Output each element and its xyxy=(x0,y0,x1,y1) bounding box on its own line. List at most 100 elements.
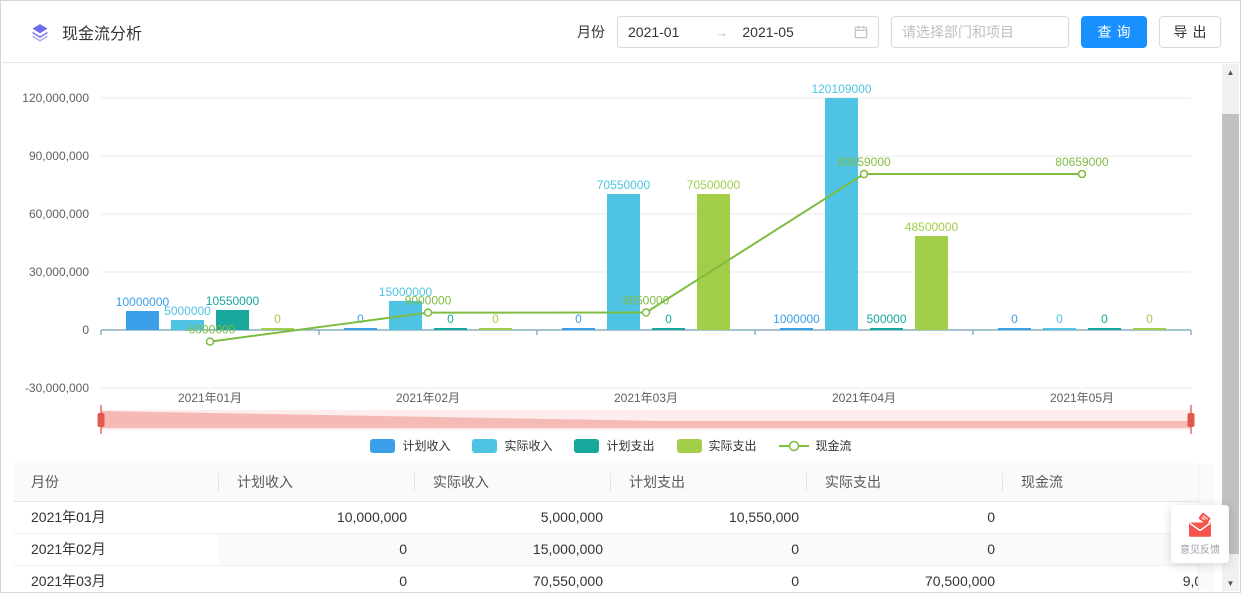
chart-legend: 计划收入 实际收入 计划支出 实际支出 现金流 xyxy=(1,437,1221,454)
line-point[interactable] xyxy=(643,309,650,316)
svg-text:2021年04月: 2021年04月 xyxy=(832,391,896,405)
bar-实际收入[interactable] xyxy=(825,98,858,330)
date-range-arrow: → xyxy=(715,25,728,40)
value-cell: -6,000,000 xyxy=(1003,501,1198,533)
cashflow-chart[interactable]: 120,000,000 90,000,000 60,000,000 30,000,00… xyxy=(11,64,1196,436)
datazoom-handle[interactable] xyxy=(1188,413,1195,427)
date-end-value[interactable]: 2021-05 xyxy=(742,24,846,40)
value-cell: 0 xyxy=(807,501,1003,533)
bar-实际支出[interactable] xyxy=(1133,328,1166,330)
svg-text:48500000: 48500000 xyxy=(905,220,959,234)
legend-label: 现金流 xyxy=(816,437,852,454)
legend-label: 实际支出 xyxy=(709,437,757,454)
month-cell: 2021年03月 xyxy=(13,565,219,593)
legend-label: 实际收入 xyxy=(504,437,552,454)
calendar-icon xyxy=(854,25,868,39)
svg-text:120,000,000: 120,000,000 xyxy=(22,91,89,105)
query-button[interactable]: 查询 xyxy=(1081,16,1147,48)
bar-计划收入[interactable] xyxy=(126,311,159,330)
column-header-实际支出: 实际支出 xyxy=(807,463,1003,501)
svg-text:0: 0 xyxy=(447,312,454,326)
legend-swatch-icon xyxy=(677,439,702,453)
legend-label: 计划支出 xyxy=(606,437,654,454)
svg-text:2021年05月: 2021年05月 xyxy=(1050,391,1114,405)
svg-text:-30,000,000: -30,000,000 xyxy=(25,381,89,395)
svg-text:60,000,000: 60,000,000 xyxy=(29,207,89,221)
value-cell: 9,000,000 xyxy=(1003,533,1198,565)
line-point[interactable] xyxy=(425,309,432,316)
svg-text:0: 0 xyxy=(1011,312,1018,326)
bar-计划收入[interactable] xyxy=(562,328,595,330)
value-cell: 0 xyxy=(807,533,1003,565)
legend-item-现金流[interactable]: 现金流 xyxy=(779,437,852,454)
scrollbar-thumb[interactable] xyxy=(1222,114,1239,554)
value-cell: 15,000,000 xyxy=(415,533,611,565)
svg-text:-6000000: -6000000 xyxy=(185,323,236,337)
month-label: 月份 xyxy=(577,22,605,42)
bar-计划支出[interactable] xyxy=(1088,328,1121,330)
line-point[interactable] xyxy=(207,338,214,345)
table-row: 2021年01月10,000,0005,000,00010,550,0000-6… xyxy=(13,501,1198,533)
legend-item-实际收入[interactable]: 实际收入 xyxy=(472,437,552,454)
value-cell: 0 xyxy=(611,565,807,593)
date-range-picker[interactable]: 2021-01 → 2021-05 xyxy=(617,16,879,48)
value-cell: 10,550,000 xyxy=(611,501,807,533)
svg-text:9050000: 9050000 xyxy=(623,294,670,308)
bar-计划收入[interactable] xyxy=(998,328,1031,330)
svg-text:9000000: 9000000 xyxy=(405,294,452,308)
svg-text:90,000,000: 90,000,000 xyxy=(29,149,89,163)
bar-实际收入[interactable] xyxy=(1043,328,1076,330)
datazoom-handle[interactable] xyxy=(98,413,105,427)
value-cell: 10,000,000 xyxy=(219,501,415,533)
bar-计划支出[interactable] xyxy=(652,328,685,330)
page-title: 现金流分析 xyxy=(62,20,142,44)
value-cell: 0 xyxy=(219,533,415,565)
export-button[interactable]: 导出 xyxy=(1159,16,1221,48)
cashflow-table-wrap: 月份计划收入实际收入计划支出实际支出现金流 2021年01月10,000,000… xyxy=(13,463,1198,593)
svg-text:80659000: 80659000 xyxy=(837,155,891,169)
bar-计划支出[interactable] xyxy=(870,328,903,330)
svg-text:120109000: 120109000 xyxy=(811,82,871,96)
svg-text:80659000: 80659000 xyxy=(1055,155,1109,169)
page-header: 现金流分析 月份 2021-01 → 2021-05 查询 xyxy=(2,2,1239,63)
date-start-value[interactable]: 2021-01 xyxy=(628,24,679,40)
column-header-计划收入: 计划收入 xyxy=(219,463,415,501)
svg-text:500000: 500000 xyxy=(866,312,906,326)
svg-text:0: 0 xyxy=(357,312,364,326)
bar-实际支出[interactable] xyxy=(261,328,294,330)
bar-计划收入[interactable] xyxy=(780,328,813,330)
bar-计划支出[interactable] xyxy=(434,328,467,330)
feedback-label: 意见反馈 xyxy=(1180,541,1220,556)
value-cell: 0 xyxy=(611,533,807,565)
bar-实际收入[interactable] xyxy=(607,194,640,330)
value-cell: 9,050,000 xyxy=(1003,565,1198,593)
svg-text:0: 0 xyxy=(1056,312,1063,326)
cashflow-analysis-page: 现金流分析 月份 2021-01 → 2021-05 查询 xyxy=(0,0,1241,593)
svg-text:30,000,000: 30,000,000 xyxy=(29,265,89,279)
svg-text:10000000: 10000000 xyxy=(116,295,170,309)
bar-计划收入[interactable] xyxy=(344,328,377,330)
column-header-实际收入: 实际收入 xyxy=(415,463,611,501)
value-cell: 70,500,000 xyxy=(807,565,1003,593)
svg-text:2021年02月: 2021年02月 xyxy=(396,391,460,405)
scrollbar-up-arrow-icon[interactable]: ▲ xyxy=(1222,64,1239,80)
line-point[interactable] xyxy=(1079,171,1086,178)
month-cell: 2021年02月 xyxy=(13,533,219,565)
svg-text:0: 0 xyxy=(575,312,582,326)
legend-item-实际支出[interactable]: 实际支出 xyxy=(677,437,757,454)
feedback-button[interactable]: 意见反馈 xyxy=(1171,505,1229,563)
column-header-计划支出: 计划支出 xyxy=(611,463,807,501)
table-row: 2021年03月070,550,000070,500,0009,050,000 xyxy=(13,565,1198,593)
legend-item-计划收入[interactable]: 计划收入 xyxy=(370,437,450,454)
line-point[interactable] xyxy=(861,171,868,178)
value-cell: 70,550,000 xyxy=(415,565,611,593)
legend-item-计划支出[interactable]: 计划支出 xyxy=(574,437,654,454)
department-project-select[interactable] xyxy=(891,16,1069,48)
svg-text:70500000: 70500000 xyxy=(687,178,741,192)
legend-swatch-icon xyxy=(574,439,599,453)
scrollbar-down-arrow-icon[interactable]: ▼ xyxy=(1222,575,1239,591)
bar-实际支出[interactable] xyxy=(479,328,512,330)
table-row: 2021年02月015,000,000009,000,000 xyxy=(13,533,1198,565)
bar-实际支出[interactable] xyxy=(915,236,948,330)
layers-icon xyxy=(30,22,50,42)
